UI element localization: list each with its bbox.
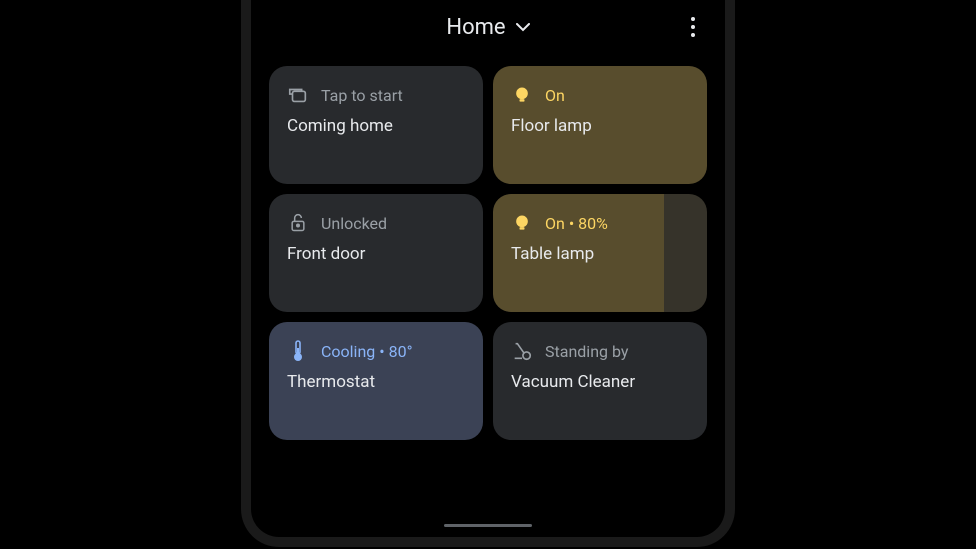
tile-status: Unlocked xyxy=(321,214,387,233)
tile-coming-home[interactable]: Tap to start Coming home xyxy=(269,66,483,184)
tile-name: Table lamp xyxy=(511,244,689,264)
tile-table-lamp[interactable]: On • 80% Table lamp xyxy=(493,194,707,312)
page-title: Home xyxy=(446,15,505,40)
tile-front-door[interactable]: Unlocked Front door xyxy=(269,194,483,312)
tile-status: Tap to start xyxy=(321,86,403,105)
tile-vacuum-cleaner[interactable]: Standing by Vacuum Cleaner xyxy=(493,322,707,440)
tile-status: Cooling • 80° xyxy=(321,342,413,361)
scene-icon xyxy=(287,84,309,106)
lock-open-icon xyxy=(287,212,309,234)
thermometer-icon xyxy=(287,340,309,362)
tile-name: Front door xyxy=(287,244,465,264)
header: Home xyxy=(257,0,719,56)
chevron-down-icon xyxy=(516,20,530,34)
tile-status: Standing by xyxy=(545,342,628,361)
tile-floor-lamp[interactable]: On Floor lamp xyxy=(493,66,707,184)
tile-thermostat[interactable]: Cooling • 80° Thermostat xyxy=(269,322,483,440)
tile-name: Floor lamp xyxy=(511,116,689,136)
tile-name: Coming home xyxy=(287,116,465,136)
phone-frame: Home Tap to start Coming home xyxy=(241,0,735,547)
vacuum-icon xyxy=(511,340,533,362)
overflow-menu-button[interactable] xyxy=(685,11,701,43)
device-grid: Tap to start Coming home On Floor lamp xyxy=(257,56,719,450)
bulb-icon xyxy=(511,212,533,234)
home-selector[interactable]: Home xyxy=(446,15,529,40)
home-indicator[interactable] xyxy=(444,524,532,527)
tile-name: Thermostat xyxy=(287,372,465,392)
tile-status: On • 80% xyxy=(545,214,608,233)
tile-status: On xyxy=(545,86,565,105)
tile-name: Vacuum Cleaner xyxy=(511,372,689,392)
bulb-icon xyxy=(511,84,533,106)
